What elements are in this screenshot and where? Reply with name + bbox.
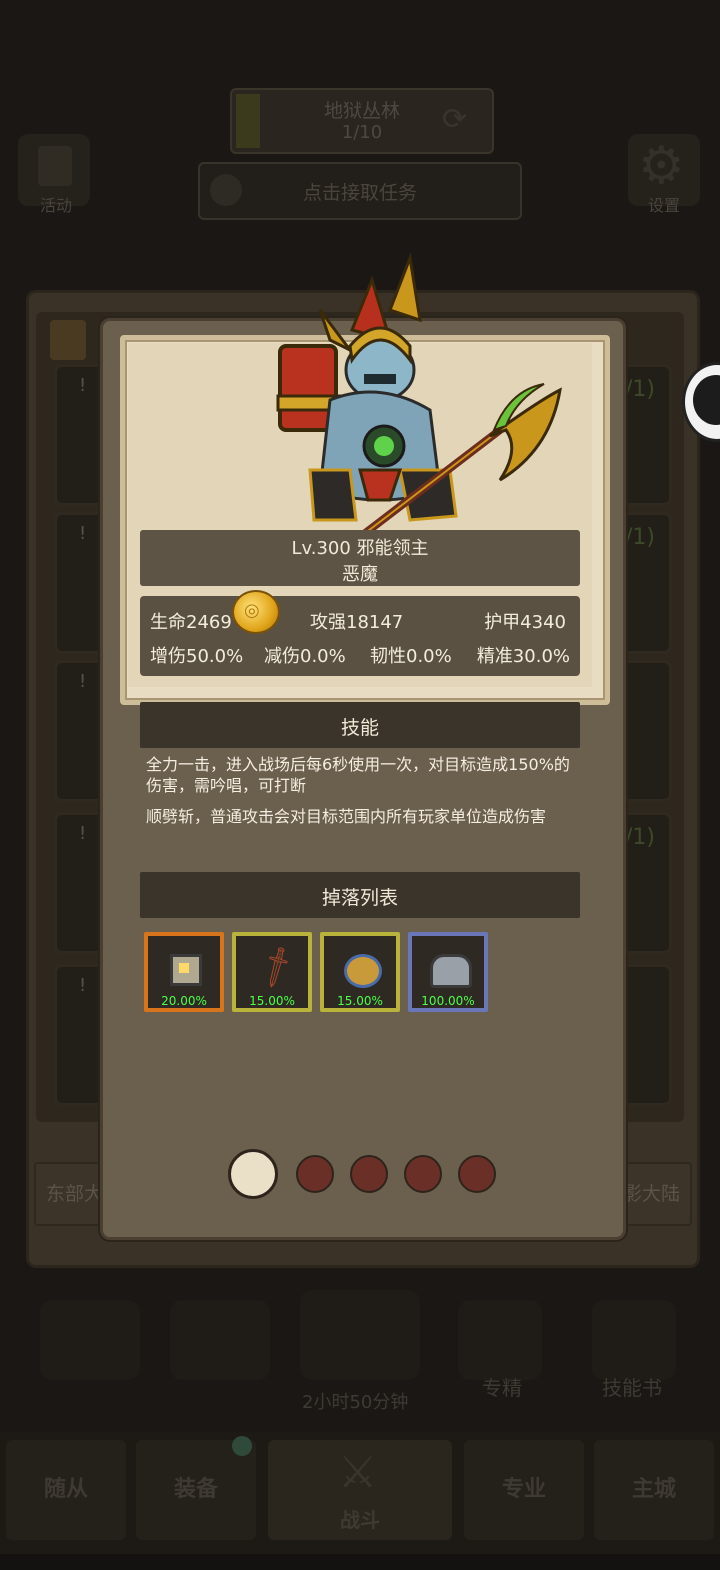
stat-armor: 护甲4340: [484, 612, 566, 633]
drop-item[interactable]: 15.00%: [320, 932, 400, 1012]
drop-item[interactable]: 🗡 15.00%: [232, 932, 312, 1012]
page-dot-active[interactable]: [228, 1149, 278, 1199]
skill-description: 全力一击，进入战场后每6秒使用一次，对目标造成150%的伤害，需吟唱，可打断: [146, 755, 570, 795]
monster-level-name: Lv.300 邪能领主: [291, 538, 429, 559]
stat-precision: 精准30.0%: [476, 646, 570, 667]
monster-race: 恶魔: [342, 564, 378, 585]
bottom-slot[interactable]: [40, 1300, 140, 1380]
stat-damage-down: 减伤0.0%: [264, 646, 346, 667]
drops-header: 掉落列表: [140, 872, 580, 918]
refresh-icon[interactable]: ⟳: [442, 102, 467, 137]
drop-chance: 15.00%: [337, 994, 383, 1008]
nav-profession[interactable]: 专业: [464, 1440, 584, 1540]
skill-book-button[interactable]: [592, 1300, 676, 1380]
settings-label: 设置: [647, 196, 680, 215]
drop-item[interactable]: 20.00%: [144, 932, 224, 1012]
gear-icon: ⚙: [638, 136, 685, 196]
stat-damage-up: 增伤50.0%: [150, 646, 244, 667]
specialty-label: 专精: [482, 1376, 522, 1400]
drop-chance: 15.00%: [249, 994, 295, 1008]
bubble-icon: [693, 375, 720, 425]
drop-item[interactable]: 100.00%: [408, 932, 488, 1012]
page-dot[interactable]: [296, 1155, 334, 1193]
skill-book-label: 技能书: [602, 1376, 662, 1400]
specialty-button[interactable]: [458, 1300, 542, 1380]
nav-followers[interactable]: 随从: [6, 1440, 126, 1540]
page-dot[interactable]: [404, 1155, 442, 1193]
nav-main-city[interactable]: 主城: [594, 1440, 714, 1540]
accept-quest-bar[interactable]: 点击接取任务: [198, 162, 522, 220]
quest-flag-icon: [236, 94, 260, 148]
stat-hp: 生命2469: [150, 612, 232, 633]
demon-lord-portrait: [276, 252, 562, 564]
drop-chance: 100.00%: [421, 994, 475, 1008]
stat-attack: 攻强18147: [310, 612, 404, 633]
treasure-chest-icon[interactable]: [300, 1290, 420, 1380]
skill-description: 顺劈斩，普通攻击会对目标范围内所有玩家单位造成伤害: [146, 807, 547, 826]
scroll-icon: [50, 320, 86, 360]
monster-name-banner: Lv.300 邪能领主 恶魔: [140, 530, 580, 586]
drop-chance: 20.00%: [161, 994, 207, 1008]
idle-timer: 2小时50分钟: [302, 1392, 409, 1413]
nav-battle[interactable]: ⚔ 战斗: [268, 1440, 452, 1540]
skills-header: 技能: [140, 702, 580, 748]
monster-stats: 生命2469 攻强18147 护甲4340 增伤50.0% 减伤0.0% 韧性0…: [140, 596, 580, 676]
skills-title: 技能: [340, 717, 379, 739]
notification-dot: [232, 1436, 252, 1456]
accept-quest-label: 点击接取任务: [302, 182, 417, 204]
drops-title: 掉落列表: [321, 887, 398, 909]
horned-helmet-icon: [430, 954, 472, 988]
stat-toughness: 韧性0.0%: [370, 646, 452, 667]
bottom-slot[interactable]: [170, 1300, 270, 1380]
calendar-icon: [38, 146, 72, 186]
page-dot[interactable]: [458, 1155, 496, 1193]
activity-label: 活动: [39, 196, 72, 215]
amulet-icon: [344, 954, 382, 988]
page-dot[interactable]: [350, 1155, 388, 1193]
nav-battle-label: 战斗: [340, 1508, 380, 1532]
coin-icon: ◎: [232, 590, 280, 634]
